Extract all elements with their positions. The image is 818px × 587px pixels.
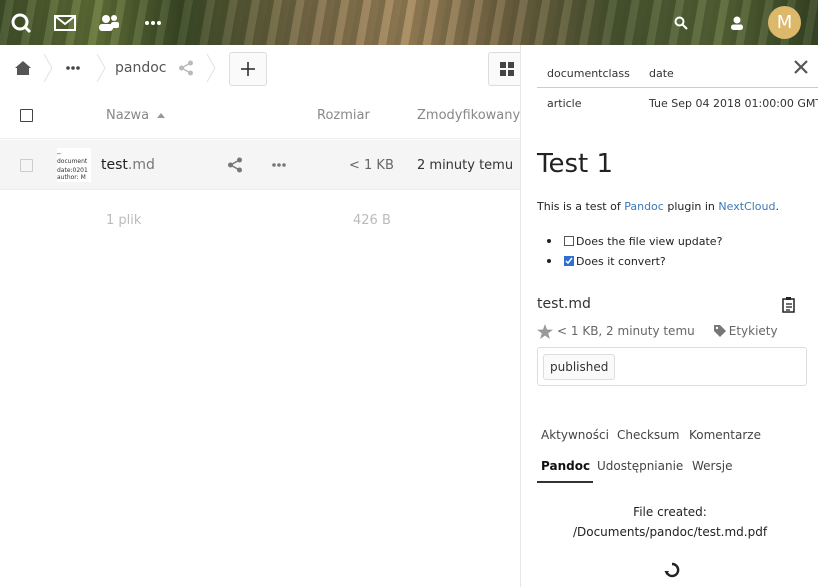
paragraph-text: This is a test of (537, 200, 625, 213)
plus-icon (241, 62, 255, 76)
user-avatar[interactable]: M (768, 6, 801, 39)
breadcrumb-separator-icon (43, 54, 53, 82)
breadcrumb-folder-label: pandoc (115, 60, 167, 76)
active-tab-indicator (537, 481, 593, 483)
file-size: < 1 KB (349, 140, 394, 190)
contacts-icon[interactable] (90, 0, 128, 45)
tags-input[interactable]: published (537, 347, 807, 386)
file-modified: 2 minuty temu (417, 140, 513, 190)
file-summary: 1 plik 426 B (0, 205, 521, 235)
share-icon (179, 60, 193, 76)
pandoc-link[interactable]: Pandoc (624, 200, 664, 213)
file-created-label: File created: (633, 505, 707, 519)
breadcrumb-folder[interactable]: pandoc (115, 45, 167, 91)
file-thumbnail: ─ document date:0201 author: M (57, 148, 91, 182)
tab-pandoc[interactable]: Pandoc (541, 459, 590, 473)
tab-checksum[interactable]: Checksum (617, 428, 679, 442)
task-item: Does it convert? (547, 251, 722, 271)
star-icon[interactable] (537, 323, 553, 339)
home-icon (15, 61, 31, 75)
sort-ascending-icon (157, 112, 166, 118)
file-name-base: test (101, 157, 128, 173)
file-name-extension: .md (127, 157, 155, 173)
metadata-header-row: documentclass date (537, 58, 818, 88)
breadcrumb-more-button[interactable] (66, 45, 80, 91)
task-label: Does it convert? (576, 254, 666, 268)
task-item: Does the file view update? (547, 231, 722, 251)
details-sidebar: documentclass date article Tue Sep 04 20… (520, 45, 818, 587)
search-icon[interactable] (662, 0, 700, 45)
checkmark-icon (565, 257, 573, 265)
column-name-label: Nazwa (106, 107, 150, 123)
select-all-checkbox[interactable] (20, 91, 33, 139)
breadcrumb-separator-icon (206, 54, 216, 82)
grid-icon (500, 62, 514, 76)
file-size-value: < 1 KB (349, 157, 394, 173)
sidebar-file-name: test.md (537, 296, 591, 312)
contacts-menu-icon[interactable] (718, 0, 756, 45)
tags-label: Etykiety (728, 324, 778, 338)
file-actions-button[interactable] (272, 140, 286, 190)
document-paragraph: This is a test of Pandoc plugin in NextC… (537, 200, 779, 213)
thumb-line: date:0201 (57, 167, 88, 174)
tags-toggle[interactable]: Etykiety (713, 324, 778, 338)
tab-comments[interactable]: Komentarze (689, 428, 761, 442)
file-list: pandoc Nazwa Rozmiar Zmodyfikowany ─ doc… (0, 45, 526, 587)
home-crumb[interactable] (14, 45, 32, 91)
avatar-letter: M (776, 12, 793, 33)
metadata-table: documentclass date article Tue Sep 04 20… (537, 58, 818, 118)
share-icon (228, 157, 242, 173)
thumb-line: author: M (57, 174, 86, 181)
share-folder-button[interactable] (178, 45, 194, 91)
metadata-header: documentclass (547, 67, 630, 80)
file-controls: pandoc (0, 45, 526, 91)
mail-icon[interactable] (46, 0, 84, 45)
task-checkbox-checked[interactable] (564, 256, 574, 266)
loading-spinner-icon (664, 562, 680, 578)
more-icon (66, 66, 80, 70)
table-row[interactable]: ─ document date:0201 author: M test .md <… (0, 140, 521, 190)
nextcloud-link[interactable]: NextCloud (718, 200, 775, 213)
breadcrumb-separator-icon (96, 54, 106, 82)
clipboard-icon[interactable] (780, 296, 798, 314)
share-file-button[interactable] (227, 140, 243, 190)
tag-chip[interactable]: published (543, 354, 616, 380)
file-meta-text: < 1 KB, 2 minuty temu (557, 324, 695, 338)
tag-icon (713, 325, 726, 337)
metadata-value: article (547, 97, 582, 110)
column-name-header[interactable]: Nazwa (106, 91, 166, 139)
more-icon (272, 163, 286, 167)
file-created-path: /Documents/pandoc/test.md.pdf (572, 525, 768, 539)
metadata-value: Tue Sep 04 2018 01:00:00 GMT+0 (649, 97, 818, 110)
sidebar-file-meta: < 1 KB, 2 minuty temu Etykiety (537, 322, 778, 340)
tab-sharing[interactable]: Udostępnianie (597, 459, 683, 473)
tab-versions[interactable]: Wersje (692, 459, 732, 473)
summary-count: 1 plik (106, 213, 142, 228)
document-title: Test 1 (537, 149, 614, 179)
column-size-label: Rozmiar (317, 107, 370, 123)
summary-size: 426 B (353, 213, 391, 228)
table-header: Nazwa Rozmiar Zmodyfikowany (0, 91, 521, 139)
column-modified-header[interactable]: Zmodyfikowany (417, 91, 520, 139)
tag-label: published (550, 360, 609, 374)
logo-icon[interactable] (2, 0, 40, 45)
paragraph-text: plugin in (663, 200, 719, 213)
file-name[interactable]: test .md (101, 140, 155, 190)
task-label: Does the file view update? (576, 234, 723, 248)
more-apps-icon[interactable] (134, 0, 172, 45)
metadata-data-row: article Tue Sep 04 2018 01:00:00 GMT+0 (537, 88, 818, 118)
task-list: Does the file view update? Does it conve… (547, 231, 722, 271)
close-icon[interactable] (791, 57, 811, 77)
new-button[interactable] (229, 52, 267, 86)
metadata-header: date (649, 67, 674, 80)
file-modified-value: 2 minuty temu (417, 157, 514, 173)
task-checkbox[interactable] (564, 236, 574, 246)
column-modified-label: Zmodyfikowany (417, 107, 521, 123)
thumb-line: document (57, 158, 88, 165)
paragraph-text: . (775, 200, 779, 213)
column-size-header[interactable]: Rozmiar (317, 91, 370, 139)
top-bar: M (0, 0, 818, 45)
row-checkbox[interactable] (20, 140, 33, 190)
tab-activity[interactable]: Aktywności (541, 428, 609, 442)
